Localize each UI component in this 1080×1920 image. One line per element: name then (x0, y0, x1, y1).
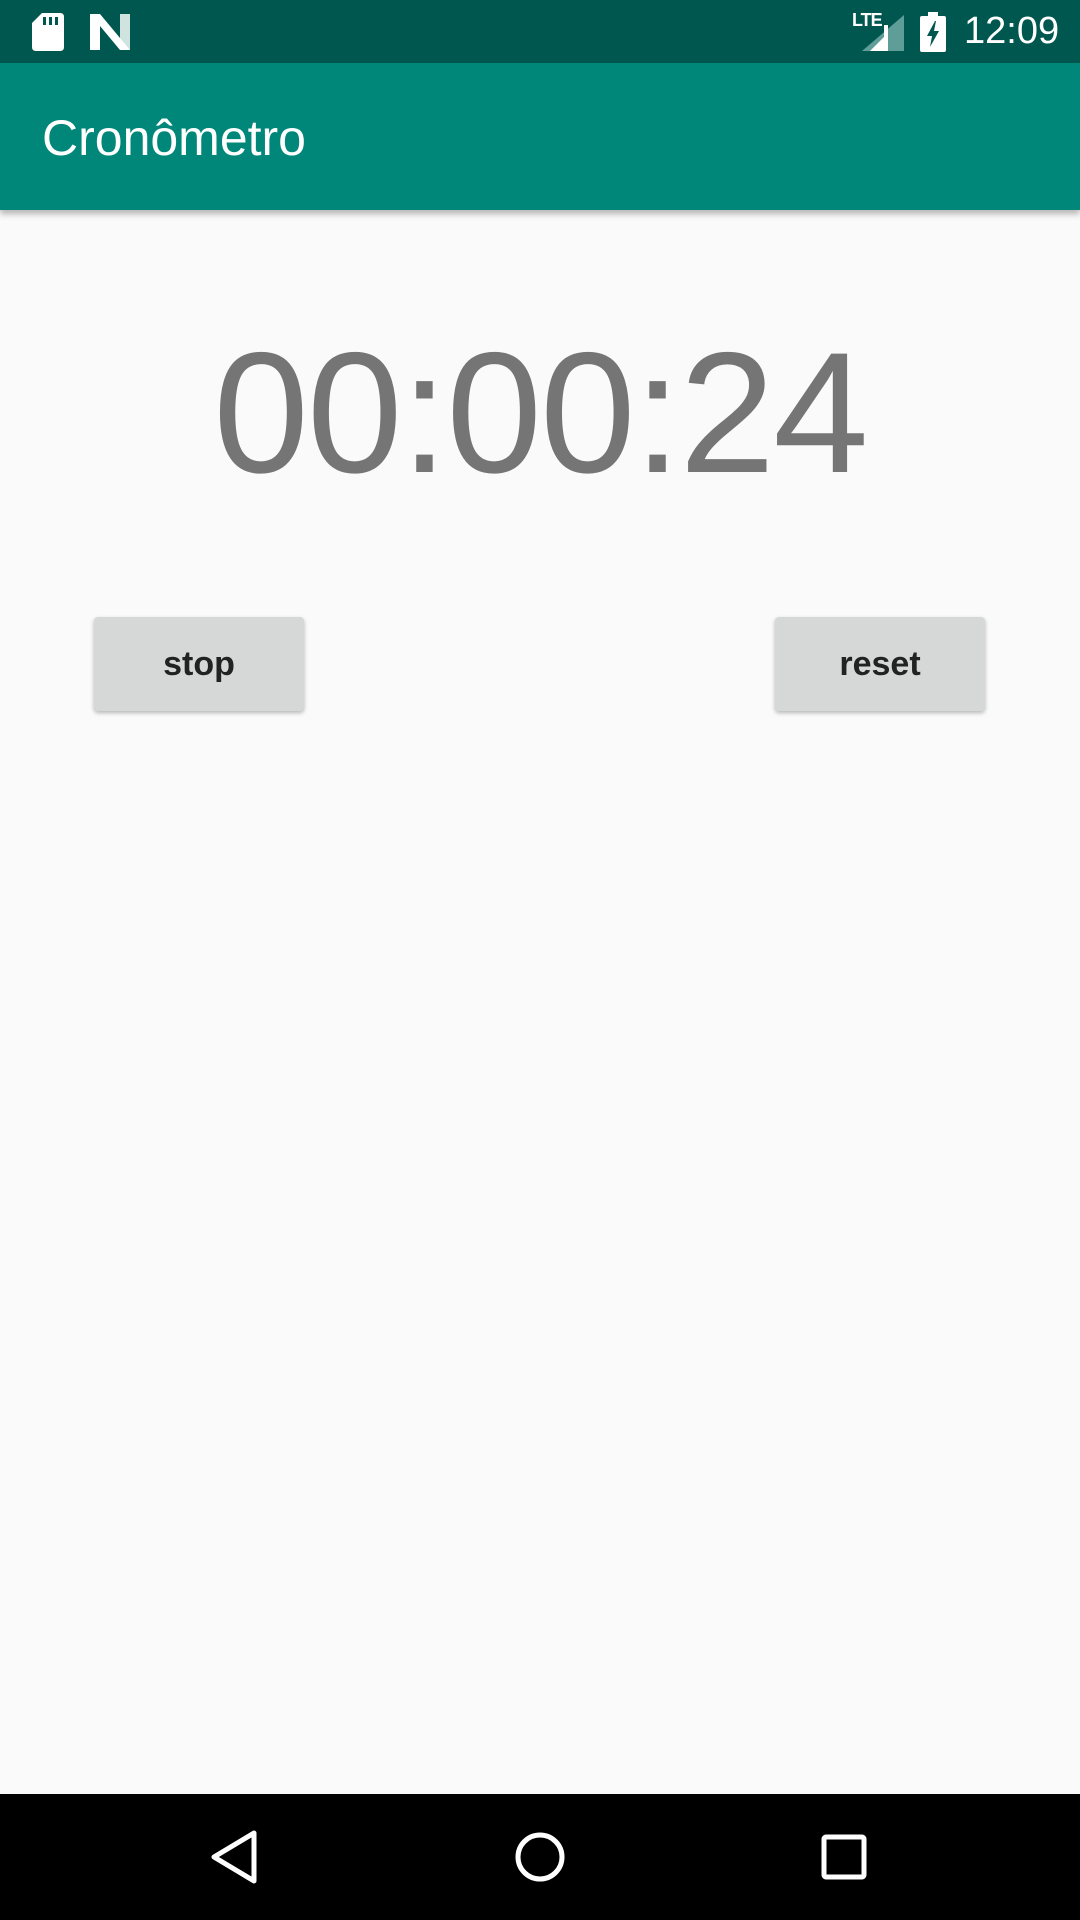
sd-card-icon (32, 13, 64, 51)
stopwatch-display: 00:00:24 (213, 317, 869, 509)
app-title: Cronômetro (42, 110, 306, 166)
home-icon[interactable] (504, 1821, 576, 1893)
navigation-bar (0, 1794, 1080, 1920)
back-icon[interactable] (200, 1821, 272, 1893)
stop-button[interactable]: stop (94, 617, 304, 711)
reset-button[interactable]: reset (775, 617, 985, 711)
app-bar: Cronômetro (0, 63, 1080, 210)
lte-signal-icon: LTE (852, 11, 904, 51)
n-notification-icon (90, 14, 130, 50)
recents-icon[interactable] (808, 1821, 880, 1893)
screen: LTE 12:09 Cronômetro 00:00:24 stop reset (0, 0, 1080, 1920)
status-bar: LTE 12:09 (0, 0, 1080, 63)
battery-charging-icon (920, 12, 946, 52)
status-clock: 12:09 (964, 10, 1060, 52)
